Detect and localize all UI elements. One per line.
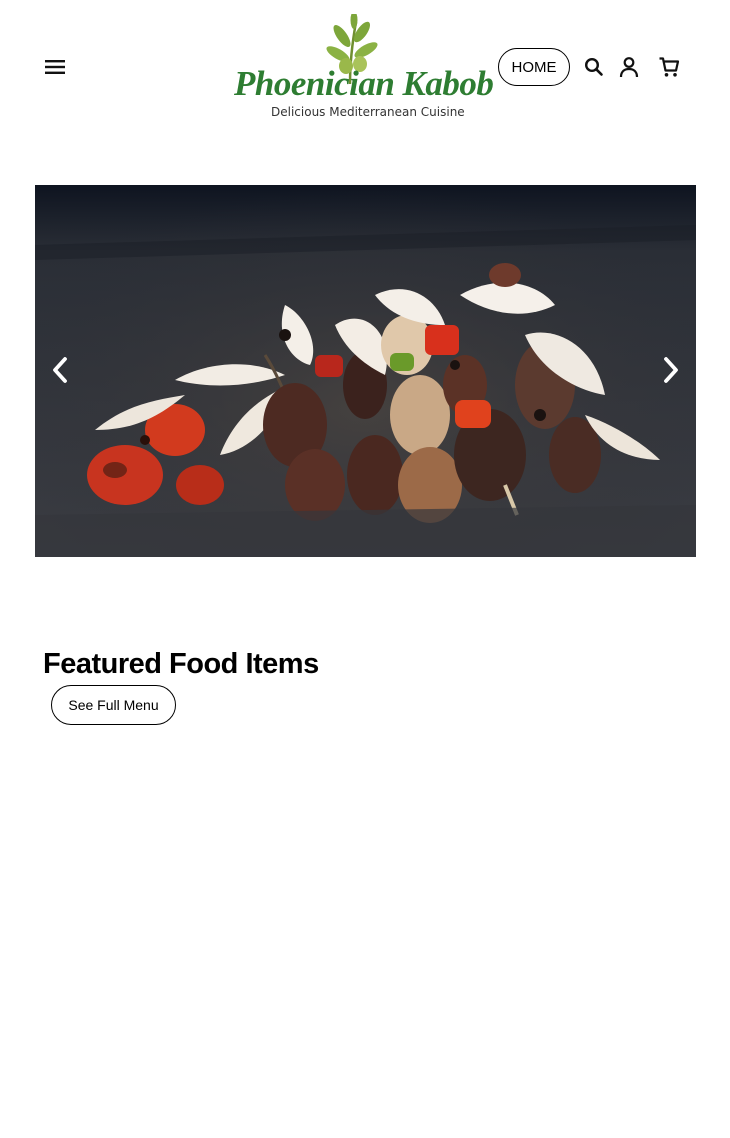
nav-home-button[interactable]: HOME bbox=[498, 48, 570, 86]
logo-tagline: Delicious Mediterranean Cuisine bbox=[271, 105, 465, 119]
cart-button[interactable] bbox=[656, 54, 682, 80]
hamburger-menu-button[interactable] bbox=[36, 48, 74, 86]
logo-wordmark: Phoenician Kabob bbox=[234, 64, 494, 103]
search-button[interactable] bbox=[581, 54, 607, 80]
hero-carousel[interactable] bbox=[35, 185, 696, 557]
site-header: Phoenician Kabob Delicious Mediterranean… bbox=[0, 0, 730, 140]
user-icon bbox=[619, 57, 639, 78]
cart-icon bbox=[659, 57, 680, 77]
featured-section-title: Featured Food Items bbox=[43, 648, 319, 680]
chevron-right-icon bbox=[664, 357, 678, 383]
chevron-left-icon bbox=[53, 357, 67, 383]
carousel-prev-button[interactable] bbox=[43, 353, 77, 387]
kabob-skewers-photo bbox=[35, 185, 696, 557]
search-icon bbox=[584, 57, 603, 76]
site-logo[interactable]: Phoenician Kabob Delicious Mediterranean… bbox=[228, 12, 500, 124]
account-button[interactable] bbox=[616, 54, 642, 80]
carousel-next-button[interactable] bbox=[654, 353, 688, 387]
see-full-menu-button[interactable]: See Full Menu bbox=[51, 685, 176, 725]
menu-icon bbox=[45, 60, 65, 74]
